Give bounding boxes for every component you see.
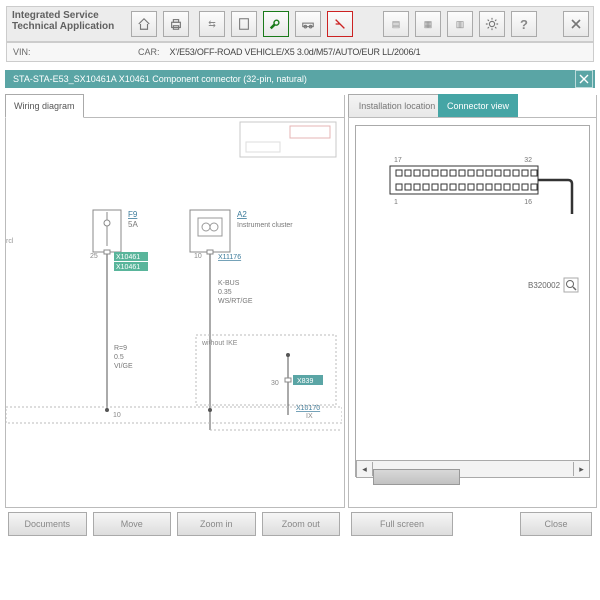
- wiring-diagram-canvas: rcl F9 5A 25 X10461 X10461 R=9 0.5 VI/GE…: [6, 120, 342, 470]
- svg-text:A2: A2: [237, 210, 247, 219]
- svg-text:16: 16: [524, 199, 532, 206]
- panel-close-icon[interactable]: [575, 70, 593, 88]
- mode1-icon[interactable]: ▤: [383, 11, 409, 37]
- svg-text:X10170: X10170: [296, 405, 320, 412]
- svg-text:Instrument cluster: Instrument cluster: [237, 222, 293, 229]
- scroll-left-icon[interactable]: ◂: [357, 462, 373, 476]
- documents-button[interactable]: Documents: [8, 512, 87, 536]
- svg-text:25: 25: [90, 253, 98, 260]
- scroll-right-icon[interactable]: ▸: [573, 462, 589, 476]
- close-app-icon[interactable]: [563, 11, 589, 37]
- title-bar: Integrated Service Technical Application…: [0, 0, 600, 46]
- fuse-f9: F9 5A: [93, 210, 138, 252]
- svg-text:10: 10: [113, 412, 121, 419]
- mode2-icon[interactable]: ▦: [415, 11, 441, 37]
- rcl-label: rcl: [6, 238, 14, 245]
- vin-label: VIN:: [13, 47, 138, 57]
- svg-text:30: 30: [271, 380, 279, 387]
- app-title-2: Technical Application: [12, 21, 122, 32]
- help-icon[interactable]: ?: [511, 11, 537, 37]
- svg-text:X11176: X11176: [218, 254, 241, 261]
- svg-text:32: 32: [524, 157, 532, 164]
- right-scrollbar[interactable]: ◂ ▸: [356, 460, 590, 478]
- svg-text:X839: X839: [297, 378, 313, 385]
- tab-connector-view[interactable]: Connector view: [438, 94, 518, 117]
- print-icon[interactable]: [163, 11, 189, 37]
- tab-wiring-diagram[interactable]: Wiring diagram: [5, 94, 84, 118]
- fullscreen-button[interactable]: Full screen: [351, 512, 453, 536]
- diag-icon[interactable]: [327, 11, 353, 37]
- svg-text:R=9: R=9: [114, 345, 127, 352]
- svg-text:VI/GE: VI/GE: [114, 363, 133, 370]
- svg-text:X10461: X10461: [116, 264, 140, 271]
- instrument-cluster: A2 Instrument cluster: [190, 210, 293, 252]
- car-value: X'/E53/OFF-ROAD VEHICLE/X5 3.0d/M57/AUTO…: [170, 47, 421, 57]
- svg-text:K-BUS: K-BUS: [218, 280, 240, 287]
- car-icon[interactable]: [295, 11, 321, 37]
- route-icon[interactable]: ⇆: [199, 11, 225, 37]
- subheader-title: STA-STA-E53_SX10461A X10461 Component co…: [13, 74, 307, 84]
- svg-text:without IKE: without IKE: [201, 340, 238, 347]
- svg-text:0.35: 0.35: [218, 289, 232, 296]
- magnifier-icon[interactable]: [564, 278, 578, 292]
- svg-text:0.5: 0.5: [114, 354, 124, 361]
- car-label: CAR:: [138, 47, 160, 57]
- app-title-1: Integrated Service: [12, 10, 122, 21]
- zoom-in-button[interactable]: Zoom in: [177, 512, 256, 536]
- connector-x10461[interactable]: X10461 X10461: [114, 252, 148, 271]
- svg-text:X10461: X10461: [116, 254, 140, 261]
- wrench-icon[interactable]: [263, 11, 289, 37]
- home-icon[interactable]: [131, 11, 157, 37]
- svg-text:WS/RT/GE: WS/RT/GE: [218, 298, 253, 305]
- connector-diagram: 17 32 1 16 B320002: [356, 128, 588, 468]
- svg-text:5A: 5A: [128, 220, 138, 229]
- tab-install-location[interactable]: Installation location: [348, 94, 446, 117]
- svg-text:IX: IX: [306, 413, 313, 420]
- svg-text:F9: F9: [128, 210, 138, 219]
- mode3-icon[interactable]: ▥: [447, 11, 473, 37]
- zoom-out-button[interactable]: Zoom out: [262, 512, 341, 536]
- svg-text:17: 17: [394, 157, 402, 164]
- connector-x839[interactable]: X839: [293, 375, 323, 385]
- svg-text:10: 10: [194, 253, 202, 260]
- doc-icon[interactable]: [231, 11, 257, 37]
- close-button[interactable]: Close: [520, 512, 592, 536]
- svg-text:B320002: B320002: [528, 281, 561, 290]
- gear-icon[interactable]: [479, 11, 505, 37]
- move-button[interactable]: Move: [93, 512, 172, 536]
- svg-text:1: 1: [394, 199, 398, 206]
